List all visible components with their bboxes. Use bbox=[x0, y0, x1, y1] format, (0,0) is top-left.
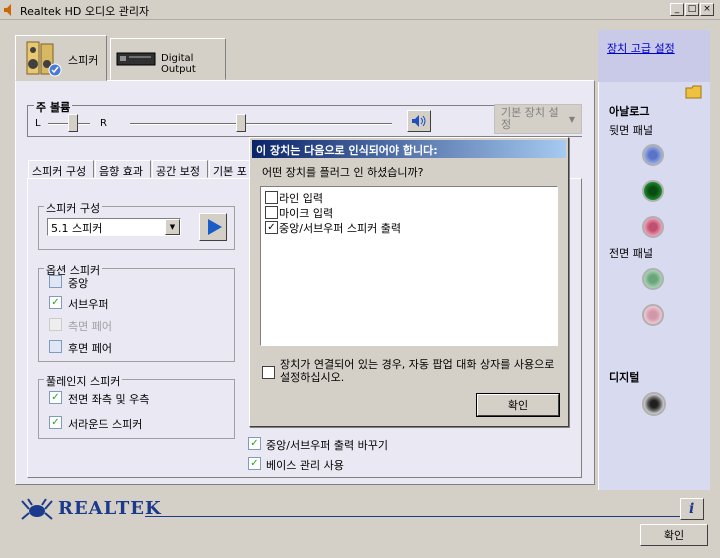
surround-checkbox[interactable]: ✓ bbox=[49, 416, 62, 429]
auto-popup-label: 장치가 연결되어 있는 경우, 자동 팝업 대화 상자를 사용으로 설정하십시오… bbox=[280, 358, 555, 384]
tab-digital-output[interactable]: Digital Output bbox=[110, 38, 226, 80]
play-icon bbox=[208, 219, 222, 235]
speaker-icon bbox=[26, 41, 62, 77]
fullrange-title: 풀레인지 스피커 bbox=[44, 373, 123, 389]
volume-slider[interactable] bbox=[236, 114, 246, 132]
side-pair-label: 측면 페어 bbox=[68, 320, 112, 333]
line-in-checkbox[interactable] bbox=[265, 191, 278, 204]
default-device-label: 기본 장치 설정 bbox=[501, 106, 559, 131]
surround-label: 서라운드 스피커 bbox=[68, 418, 143, 431]
mic-in-checkbox[interactable] bbox=[265, 206, 278, 219]
play-test-button[interactable] bbox=[199, 213, 227, 241]
front-lr-label: 전면 좌측 및 우측 bbox=[68, 393, 150, 406]
digital-jack[interactable] bbox=[642, 392, 666, 416]
tab-default-format[interactable]: 기본 포 bbox=[209, 160, 251, 178]
dialog-question: 어떤 장치를 플러그 인 하셨습니까? bbox=[262, 166, 424, 179]
side-pair-checkbox bbox=[49, 318, 62, 331]
center-sub-out-checkbox[interactable]: ✓ bbox=[265, 221, 278, 234]
chevron-down-icon: ▼ bbox=[568, 115, 575, 124]
bass-management-label: 베이스 관리 사용 bbox=[266, 459, 344, 472]
balance-slider[interactable] bbox=[68, 114, 78, 132]
folder-icon[interactable] bbox=[685, 84, 703, 100]
line-in-label[interactable]: 라인 입력 bbox=[279, 190, 323, 206]
device-detect-dialog: 이 장치는 다음으로 인식되어야 합니다: 어떤 장치를 플러그 인 하셨습니까… bbox=[249, 137, 569, 427]
info-icon: i bbox=[689, 501, 695, 517]
title-bar: Realtek HD 오디오 관리자 _ □ × bbox=[0, 0, 720, 20]
info-button[interactable]: i bbox=[680, 498, 704, 520]
device-options-list: 라인 입력 마이크 입력 ✓ 중앙/서브우퍼 스피커 출력 bbox=[260, 186, 558, 346]
mic-in-label[interactable]: 마이크 입력 bbox=[279, 205, 333, 221]
speaker-config-title: 스피커 구성 bbox=[44, 200, 103, 216]
dropdown-arrow-icon: ▼ bbox=[165, 219, 180, 235]
rear-pair-label: 후면 페어 bbox=[68, 342, 112, 355]
maximize-button[interactable]: □ bbox=[685, 3, 699, 16]
rear-green-jack[interactable] bbox=[642, 180, 664, 202]
balance-right-label: R bbox=[100, 118, 107, 129]
subwoofer-checkbox[interactable]: ✓ bbox=[49, 296, 62, 309]
center-sub-out-label[interactable]: 중앙/서브우퍼 스피커 출력 bbox=[279, 220, 401, 236]
dialog-title: 이 장치는 다음으로 인식되어야 합니다: bbox=[252, 140, 566, 158]
tab-speaker-label: 스피커 bbox=[68, 54, 99, 67]
volume-track bbox=[130, 123, 392, 125]
speaker-config-value: 5.1 스피커 bbox=[51, 222, 103, 235]
advanced-header bbox=[598, 30, 710, 82]
front-lr-checkbox[interactable]: ✓ bbox=[49, 391, 62, 404]
ok-button[interactable]: 확인 bbox=[640, 524, 708, 546]
front-pink-jack[interactable] bbox=[642, 304, 664, 326]
digital-output-icon bbox=[116, 52, 156, 66]
logo-divider bbox=[145, 516, 685, 517]
tab-digital-label: Digital Output bbox=[161, 53, 196, 75]
mute-button[interactable] bbox=[407, 110, 431, 132]
close-button[interactable]: × bbox=[700, 3, 714, 16]
rear-pink-jack[interactable] bbox=[642, 216, 664, 238]
window-title: Realtek HD 오디오 관리자 bbox=[20, 5, 150, 18]
swap-center-sub-checkbox[interactable]: ✓ bbox=[248, 437, 261, 450]
main-volume-title: 주 볼륨 bbox=[34, 99, 73, 115]
center-label: 중앙 bbox=[68, 277, 89, 290]
tab-speaker[interactable]: 스피커 bbox=[15, 35, 107, 81]
auto-popup-checkbox[interactable] bbox=[262, 366, 275, 379]
speaker-app-icon bbox=[4, 4, 11, 16]
tab-sound-effects[interactable]: 음향 효과 bbox=[95, 160, 151, 178]
dialog-ok-button[interactable]: 확인 bbox=[476, 393, 560, 417]
volume-speaker-icon bbox=[412, 115, 426, 127]
speaker-config-select[interactable]: 5.1 스피커 ▼ bbox=[47, 218, 181, 236]
rear-pair-checkbox[interactable] bbox=[49, 340, 62, 353]
balance-left-label: L bbox=[35, 118, 41, 129]
analog-title: 아날로그 bbox=[609, 105, 650, 118]
advanced-settings-link[interactable]: 장치 고급 설정 bbox=[607, 40, 675, 56]
default-device-button[interactable]: 기본 장치 설정 ▼ bbox=[494, 104, 582, 134]
digital-title: 디지털 bbox=[609, 371, 640, 384]
center-checkbox[interactable] bbox=[49, 275, 62, 288]
bass-management-checkbox[interactable]: ✓ bbox=[248, 457, 261, 470]
front-panel-label: 전면 패널 bbox=[609, 247, 653, 260]
tab-room-correction[interactable]: 공간 보정 bbox=[152, 160, 208, 178]
rear-panel-label: 뒷면 패널 bbox=[609, 124, 653, 137]
minimize-button[interactable]: _ bbox=[670, 3, 684, 16]
subwoofer-label: 서브우퍼 bbox=[68, 298, 109, 311]
realtek-crab-icon bbox=[21, 498, 53, 520]
tab-speaker-config[interactable]: 스피커 구성 bbox=[28, 160, 94, 178]
front-green-jack[interactable] bbox=[642, 268, 664, 290]
rear-blue-jack[interactable] bbox=[642, 144, 664, 166]
swap-center-sub-label: 중앙/서브우퍼 출력 바꾸기 bbox=[266, 439, 389, 452]
